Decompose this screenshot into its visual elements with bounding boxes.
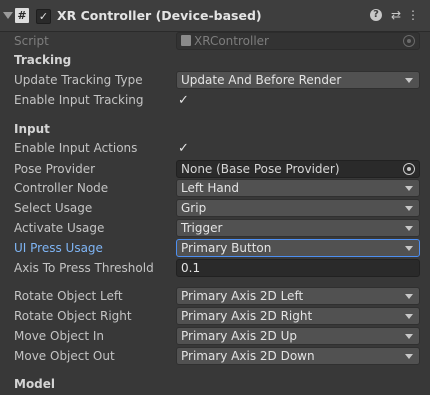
update-tracking-type-dropdown[interactable]: Update And Before Render [176, 71, 420, 89]
select-usage-label: Select Usage [14, 201, 93, 215]
axis-to-press-threshold-input[interactable]: 0.1 [176, 259, 420, 277]
enable-input-tracking-label: Enable Input Tracking [14, 93, 144, 107]
rotate-object-left-row: Rotate Object Left Primary Axis 2D Left [0, 286, 430, 306]
tracking-section-title: Tracking [14, 53, 72, 67]
rotate-object-right-value: Primary Axis 2D Right [181, 309, 313, 323]
ui-press-usage-value: Primary Button [181, 241, 272, 255]
activate-usage-row: Activate Usage Trigger [0, 218, 430, 238]
activate-usage-value: Trigger [181, 221, 223, 235]
chevron-down-icon [405, 206, 413, 211]
script-component-icon: # [15, 8, 29, 23]
axis-to-press-threshold-row: Axis To Press Threshold 0.1 [0, 258, 430, 278]
pose-provider-row: Pose Provider None (Base Pose Provider) [0, 159, 430, 179]
select-usage-row: Select Usage Grip [0, 198, 430, 218]
script-field-value: XRController [194, 34, 269, 48]
enable-input-actions-checkbox[interactable]: ✓ [177, 142, 190, 155]
controller-node-value: Left Hand [181, 181, 239, 195]
move-object-out-dropdown[interactable]: Primary Axis 2D Down [176, 347, 420, 365]
controller-node-dropdown[interactable]: Left Hand [176, 179, 420, 197]
enable-input-tracking-row: Enable Input Tracking ✓ [0, 90, 430, 110]
component-title: XR Controller (Device-based) [57, 8, 262, 23]
ui-press-usage-dropdown[interactable]: Primary Button [176, 239, 420, 257]
chevron-down-icon [405, 246, 413, 251]
foldout-arrow-icon[interactable] [3, 12, 13, 19]
object-picker-icon[interactable] [403, 163, 415, 175]
script-row: Script XRController [0, 31, 430, 51]
chevron-down-icon [405, 314, 413, 319]
update-tracking-type-value: Update And Before Render [181, 73, 342, 87]
move-object-in-label: Move Object In [14, 329, 105, 343]
pose-provider-value: None (Base Pose Provider) [181, 162, 340, 176]
update-tracking-type-label: Update Tracking Type [14, 73, 143, 87]
axis-to-press-threshold-label: Axis To Press Threshold [14, 261, 154, 275]
presets-icon[interactable]: ⇄ [388, 7, 404, 23]
chevron-down-icon [405, 354, 413, 359]
enable-input-actions-row: Enable Input Actions ✓ [0, 138, 430, 158]
rotate-object-right-row: Rotate Object Right Primary Axis 2D Righ… [0, 306, 430, 326]
rotate-object-left-dropdown[interactable]: Primary Axis 2D Left [176, 287, 420, 305]
chevron-down-icon [405, 226, 413, 231]
ui-press-usage-row: UI Press Usage Primary Button [0, 238, 430, 258]
chevron-down-icon [405, 186, 413, 191]
rotate-object-right-label: Rotate Object Right [14, 309, 132, 323]
context-menu-icon[interactable]: ⋮ [405, 7, 421, 23]
model-section-title: Model [14, 377, 56, 391]
move-object-in-value: Primary Axis 2D Up [181, 329, 297, 343]
chevron-down-icon [405, 294, 413, 299]
component-enabled-checkbox[interactable]: ✓ [36, 9, 51, 24]
object-picker-icon [403, 35, 415, 47]
rotate-object-right-dropdown[interactable]: Primary Axis 2D Right [176, 307, 420, 325]
move-object-in-dropdown[interactable]: Primary Axis 2D Up [176, 327, 420, 345]
input-section-title: Input [14, 122, 50, 136]
enable-input-tracking-checkbox[interactable]: ✓ [177, 94, 190, 107]
help-icon[interactable]: ? [370, 9, 382, 21]
script-file-icon [181, 35, 191, 46]
chevron-down-icon [405, 78, 413, 83]
move-object-out-label: Move Object Out [14, 349, 115, 363]
axis-to-press-threshold-value: 0.1 [181, 261, 201, 275]
pose-provider-label: Pose Provider [14, 162, 96, 176]
ui-press-usage-label: UI Press Usage [14, 241, 103, 255]
select-usage-value: Grip [181, 201, 207, 215]
pose-provider-field[interactable]: None (Base Pose Provider) [176, 160, 420, 178]
controller-node-label: Controller Node [14, 181, 109, 195]
activate-usage-label: Activate Usage [14, 221, 105, 235]
controller-node-row: Controller Node Left Hand [0, 178, 430, 198]
chevron-down-icon [405, 334, 413, 339]
move-object-out-value: Primary Axis 2D Down [181, 349, 315, 363]
rotate-object-left-label: Rotate Object Left [14, 289, 123, 303]
activate-usage-dropdown[interactable]: Trigger [176, 219, 420, 237]
script-field: XRController [176, 32, 420, 50]
move-object-out-row: Move Object Out Primary Axis 2D Down [0, 346, 430, 366]
enable-input-actions-label: Enable Input Actions [14, 141, 138, 155]
move-object-in-row: Move Object In Primary Axis 2D Up [0, 326, 430, 346]
update-tracking-type-row: Update Tracking Type Update And Before R… [0, 70, 430, 90]
script-label: Script [14, 34, 49, 48]
component-header: # ✓ XR Controller (Device-based) ? ⇄ ⋮ [0, 0, 430, 32]
select-usage-dropdown[interactable]: Grip [176, 199, 420, 217]
rotate-object-left-value: Primary Axis 2D Left [181, 289, 304, 303]
